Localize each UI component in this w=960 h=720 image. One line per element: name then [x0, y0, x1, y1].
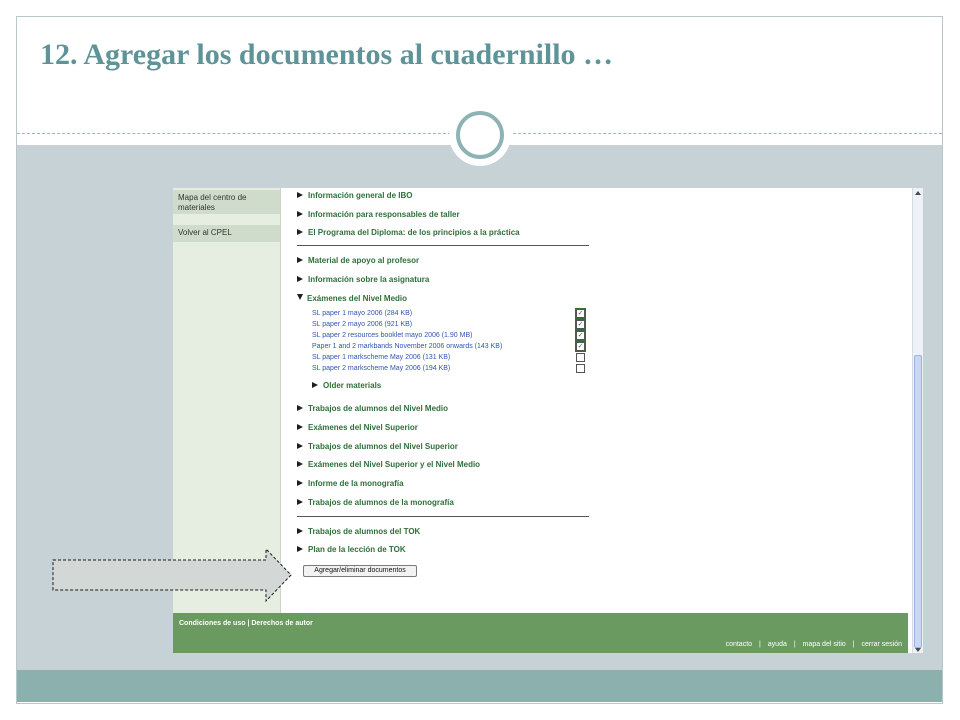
section-label: Exámenes del Nivel Medio: [307, 294, 408, 303]
footer-links: contacto | ayuda | mapa del sitio | cerr…: [726, 641, 902, 648]
document-checkbox[interactable]: ✓: [575, 308, 586, 319]
bottom-band: [17, 670, 942, 702]
materials-list: Información general de IBO Información p…: [281, 188, 911, 613]
scroll-up-arrow-icon[interactable]: [915, 191, 921, 195]
section-material-apoyo[interactable]: Material de apoyo al profesor: [297, 256, 419, 266]
triangle-right-icon: [297, 229, 303, 235]
section-label: Trabajos de alumnos del Nivel Superior: [308, 442, 458, 451]
scroll-thumb[interactable]: [914, 355, 922, 648]
section-examenes-nm[interactable]: Exámenes del Nivel Medio: [297, 294, 407, 304]
triangle-right-icon: [297, 480, 303, 486]
triangle-right-icon: [297, 424, 303, 430]
section-label: Información para responsables de taller: [308, 210, 460, 219]
footer: Condiciones de uso | Derechos de autor c…: [173, 613, 908, 653]
section-trabajos-tok[interactable]: Trabajos de alumnos del TOK: [297, 527, 420, 537]
section-label: Older materials: [323, 381, 382, 390]
section-programa-diploma[interactable]: El Programa del Diploma: de los principi…: [297, 228, 520, 238]
document-checkbox[interactable]: ✓: [575, 341, 586, 352]
section-label: Plan de la lección de TOK: [308, 545, 406, 554]
footer-link-ayuda[interactable]: ayuda: [768, 641, 787, 648]
triangle-right-icon: [297, 211, 303, 217]
section-divider: [297, 516, 589, 517]
document-checkbox[interactable]: [576, 364, 585, 373]
section-label: Información general de IBO: [308, 191, 413, 200]
document-checkbox[interactable]: ✓: [575, 330, 586, 341]
triangle-right-icon: [297, 546, 303, 552]
footer-separator: |: [852, 641, 855, 648]
triangle-right-icon: [297, 276, 303, 282]
section-info-ibo[interactable]: Información general de IBO: [297, 191, 412, 201]
triangle-right-icon: [297, 192, 303, 198]
footer-separator: |: [793, 641, 796, 648]
nav-item-mapa[interactable]: Mapa del centro de materiales: [173, 190, 280, 214]
document-link[interactable]: Paper 1 and 2 markbands November 2006 on…: [312, 342, 502, 351]
document-link[interactable]: SL paper 2 mayo 2006 (921 KB): [312, 320, 412, 329]
section-trabajos-monografia[interactable]: Trabajos de alumnos de la monografía: [297, 498, 454, 508]
section-examenes-ns[interactable]: Exámenes del Nivel Superior: [297, 423, 418, 433]
footer-legal-links[interactable]: Condiciones de uso | Derechos de autor: [179, 620, 313, 627]
vertical-scrollbar[interactable]: [912, 188, 923, 653]
section-examenes-ns-nm[interactable]: Exámenes del Nivel Superior y el Nivel M…: [297, 460, 480, 470]
circle-ornament-icon: [449, 104, 511, 166]
section-trabajos-nm[interactable]: Trabajos de alumnos del Nivel Medio: [297, 404, 448, 414]
section-info-asignatura[interactable]: Información sobre la asignatura: [297, 275, 429, 285]
document-link[interactable]: SL paper 1 mayo 2006 (284 KB): [312, 309, 412, 318]
section-label: Exámenes del Nivel Superior y el Nivel M…: [308, 460, 481, 469]
section-label: Trabajos de alumnos del TOK: [308, 527, 421, 536]
block-arrow-right-icon: [52, 548, 292, 602]
section-informe-monografia[interactable]: Informe de la monografía: [297, 479, 404, 489]
document-link[interactable]: SL paper 2 markscheme May 2006 (194 KB): [312, 364, 450, 373]
document-checkbox[interactable]: [576, 353, 585, 362]
add-remove-documents-button[interactable]: Agregar/eliminar documentos: [303, 565, 417, 577]
document-link[interactable]: SL paper 2 resources booklet mayo 2006 (…: [312, 331, 472, 340]
section-label: Material de apoyo al profesor: [308, 256, 420, 265]
footer-link-contacto[interactable]: contacto: [726, 641, 752, 648]
triangle-right-icon: [297, 443, 303, 449]
section-label: Información sobre la asignatura: [308, 275, 430, 284]
section-label: El Programa del Diploma: de los principi…: [308, 228, 520, 237]
slide-title: 12. Agregar los documentos al cuadernill…: [40, 38, 614, 71]
section-label: Exámenes del Nivel Superior: [308, 423, 418, 432]
section-older-materials[interactable]: Older materials: [312, 381, 381, 391]
footer-separator: |: [759, 641, 761, 648]
triangle-right-icon: [297, 405, 303, 411]
triangle-right-icon: [297, 499, 303, 505]
triangle-right-icon: [297, 528, 303, 534]
section-label: Informe de la monografía: [308, 479, 404, 488]
triangle-right-icon: [297, 257, 303, 263]
section-label: Trabajos de alumnos del Nivel Medio: [308, 404, 449, 413]
section-plan-tok[interactable]: Plan de la lección de TOK: [297, 545, 406, 555]
document-link[interactable]: SL paper 1 markscheme May 2006 (131 KB): [312, 353, 450, 362]
section-divider: [297, 245, 589, 246]
document-checkbox[interactable]: ✓: [575, 319, 586, 330]
section-label: Trabajos de alumnos de la monografía: [308, 498, 454, 507]
triangle-down-icon: [297, 294, 303, 300]
section-info-responsables[interactable]: Información para responsables de taller: [297, 210, 460, 220]
footer-link-mapa-sitio[interactable]: mapa del sitio: [803, 641, 846, 648]
section-trabajos-ns[interactable]: Trabajos de alumnos del Nivel Superior: [297, 442, 458, 452]
nav-item-volver[interactable]: Volver al CPEL: [173, 225, 280, 242]
triangle-right-icon: [297, 461, 303, 467]
footer-link-cerrar-sesion[interactable]: cerrar sesión: [862, 641, 902, 648]
scroll-down-arrow-icon[interactable]: [915, 648, 921, 652]
triangle-right-icon: [312, 382, 318, 388]
